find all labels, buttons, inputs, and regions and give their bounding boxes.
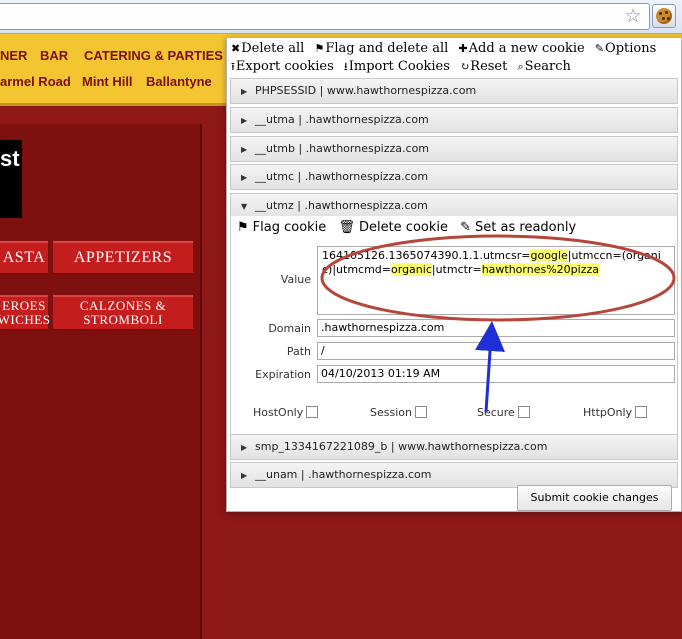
path-label: Path xyxy=(286,345,311,358)
path-field[interactable]: / xyxy=(317,342,675,360)
pencil-icon: ✎ xyxy=(460,220,472,235)
cookie-row-smp[interactable]: ▶ smp_1334167221089_b | www.hawthornespiz… xyxy=(230,434,678,460)
secure-checkbox-group: Secure xyxy=(477,406,530,419)
triangle-right-icon: ▶ xyxy=(241,116,248,125)
value-highlight: hawthornes%20pizza xyxy=(481,263,599,276)
session-checkbox[interactable] xyxy=(414,406,427,418)
cookie-row-utma[interactable]: ▶ __utma | .hawthornespizza.com xyxy=(230,107,678,133)
cookie-manager-popup: ✖Delete all ⚑Flag and delete all ✚Add a … xyxy=(226,37,682,512)
flag-delete-all-button[interactable]: ⚑Flag and delete all xyxy=(314,40,448,58)
domain-field[interactable]: .hawthornespizza.com xyxy=(317,319,675,337)
plus-icon: ✚ xyxy=(458,42,468,55)
nav-item-dinner[interactable]: NER xyxy=(0,48,27,63)
triangle-right-icon: ▶ xyxy=(241,471,248,480)
reset-button[interactable]: ↻Reset xyxy=(460,58,507,76)
wrench-icon: ✎ xyxy=(594,42,605,55)
import-cookies-button[interactable]: ⭳Import Cookies xyxy=(344,58,450,76)
menu-ribbon-appetizers[interactable]: APPETIZERS xyxy=(53,241,193,275)
triangle-right-icon: ▶ xyxy=(241,173,248,182)
cookie-detail-panel: ⚑ Flag cookie 🗑 Delete cookie ✎ Set as read… xyxy=(230,216,678,434)
delete-cookie-button[interactable]: 🗑 Delete cookie xyxy=(338,220,452,235)
close-icon: ✖ xyxy=(231,42,241,55)
export-cookies-button[interactable]: ⭱Export cookies xyxy=(231,58,334,76)
value-textarea[interactable]: 164105126.1365074390.1.1.utmcsr=google |u… xyxy=(317,246,675,315)
cookie-row-phpsessid[interactable]: ▶ PHPSESSID | www.hawthornespizza.com xyxy=(230,78,678,104)
hostonly-checkbox[interactable] xyxy=(306,406,319,418)
address-bar[interactable] xyxy=(0,3,650,30)
secure-checkbox[interactable] xyxy=(517,406,530,418)
domain-label: Domain xyxy=(268,322,311,335)
value-highlight: organic xyxy=(391,263,432,276)
export-icon: ⭱ xyxy=(231,60,235,73)
nav-item-carmel-road[interactable]: armel Road xyxy=(0,74,71,89)
cookie-row-utmc[interactable]: ▶ __utmc | .hawthornespizza.com xyxy=(230,164,678,190)
expiration-label: Expiration xyxy=(255,368,311,381)
menu-ribbon-calzones[interactable]: CALZONES & STROMBOLI xyxy=(53,295,193,331)
options-button[interactable]: ✎Options xyxy=(595,40,656,58)
flag-icon: ⚑ xyxy=(237,220,249,235)
nav-item-mint-hill[interactable]: Mint Hill xyxy=(82,74,133,89)
set-readonly-button[interactable]: ✎ Set as readonly xyxy=(460,220,580,235)
triangle-right-icon: ▶ xyxy=(241,443,248,452)
nav-item-ballantyne[interactable]: Ballantyne xyxy=(146,74,212,89)
value-text: 164105126.1365074390.1.1.utmcsr= xyxy=(322,249,531,262)
submit-cookie-changes-button[interactable]: Submit cookie changes xyxy=(517,485,672,511)
search-button[interactable]: ⌕Search xyxy=(518,58,571,76)
httponly-checkbox[interactable] xyxy=(635,406,648,418)
cookie-actions: ⚑ Flag cookie 🗑 Delete cookie ✎ Set as read… xyxy=(237,220,584,235)
browser-toolbar: ☆ xyxy=(0,0,682,34)
trash-icon: 🗑 xyxy=(338,220,355,235)
site-banner: st xyxy=(0,140,22,218)
expiration-field[interactable]: 04/10/2013 01:19 AM xyxy=(317,365,675,383)
nav-item-catering[interactable]: CATERING & PARTIES xyxy=(84,48,223,63)
nav-item-bar[interactable]: BAR xyxy=(40,48,68,63)
add-cookie-button[interactable]: ✚Add a new cookie xyxy=(458,40,584,58)
flag-icon: ⚑ xyxy=(314,42,325,55)
reset-icon: ↻ xyxy=(460,60,470,73)
cookie-extension-button[interactable] xyxy=(652,4,676,28)
value-highlight: google xyxy=(530,249,568,262)
cookie-row-utmb[interactable]: ▶ __utmb | .hawthornespizza.com xyxy=(230,136,678,162)
triangle-right-icon: ▶ xyxy=(241,87,248,96)
hostonly-checkbox-group: HostOnly xyxy=(253,406,319,419)
delete-all-button[interactable]: ✖Delete all xyxy=(231,40,304,58)
popup-toolbar: ✖Delete all ⚑Flag and delete all ✚Add a … xyxy=(231,40,679,76)
star-icon[interactable]: ☆ xyxy=(622,5,644,27)
httponly-checkbox-group: HttpOnly xyxy=(583,406,648,419)
import-icon: ⭳ xyxy=(343,60,348,73)
search-icon: ⌕ xyxy=(517,60,524,73)
value-text: |utmctr= xyxy=(431,263,482,276)
session-checkbox-group: Session xyxy=(370,406,427,419)
menu-ribbon-heroes[interactable]: EROES WICHES xyxy=(0,295,50,331)
site-side-panel xyxy=(0,124,202,639)
menu-ribbon-pasta[interactable]: ASTA xyxy=(0,241,48,275)
cookie-icon xyxy=(656,8,672,24)
triangle-right-icon: ▶ xyxy=(241,145,248,154)
flag-cookie-button[interactable]: ⚑ Flag cookie xyxy=(237,220,330,235)
value-label: Value xyxy=(280,273,311,286)
